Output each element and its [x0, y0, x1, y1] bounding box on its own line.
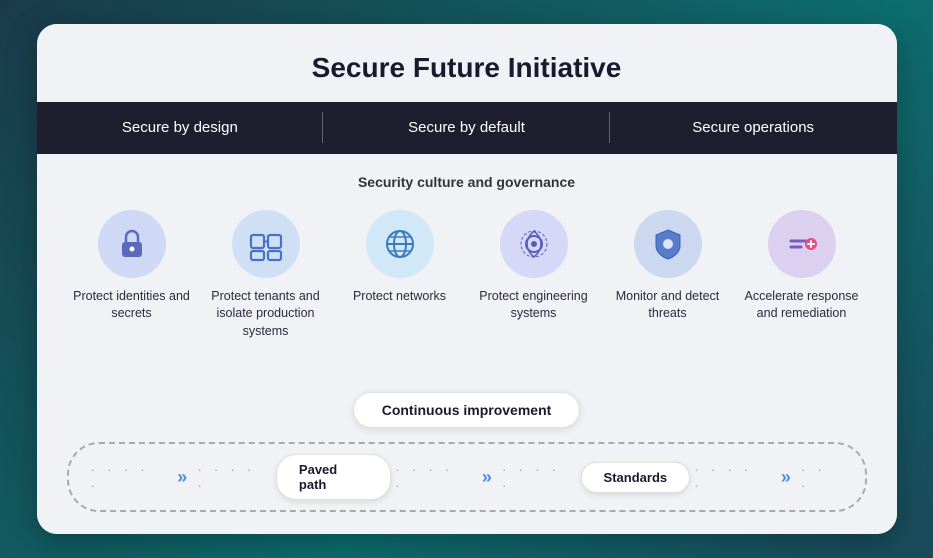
icon-label-accelerate: Accelerate response and remediation — [742, 288, 862, 323]
icon-circle-networks — [366, 210, 434, 278]
governance-label: Security culture and governance — [67, 174, 867, 190]
header-label-operations: Secure operations — [692, 119, 814, 136]
header-label-default: Secure by default — [408, 119, 525, 136]
icon-item-accelerate: Accelerate response and remediation — [742, 210, 862, 323]
icon-label-monitor: Monitor and detect threats — [608, 288, 728, 323]
continuous-row: Continuous improvement — [67, 392, 867, 428]
icon-circle-identities — [98, 210, 166, 278]
continuous-pill: Continuous improvement — [353, 392, 581, 428]
bottom-section: Continuous improvement · · · · · » · · ·… — [37, 392, 897, 534]
icon-item-networks: Protect networks — [340, 210, 460, 306]
header-section-operations: Secure operations — [610, 102, 897, 154]
dots-right: · · · · · — [694, 461, 769, 493]
icon-circle-monitor — [634, 210, 702, 278]
icon-item-tenants: Protect tenants and isolate production s… — [206, 210, 326, 341]
content-area: Security culture and governance Protect … — [37, 154, 897, 393]
tenants-icon — [246, 225, 286, 263]
icon-circle-engineering — [500, 210, 568, 278]
icon-label-networks: Protect networks — [353, 288, 446, 306]
bottom-row: · · · · · » · · · · · Paved path · · · ·… — [67, 442, 867, 512]
header-section-design: Secure by design — [37, 102, 324, 154]
icon-label-identities: Protect identities and secrets — [72, 288, 192, 323]
icon-circle-tenants — [232, 210, 300, 278]
chevron-left: » — [177, 467, 185, 488]
engineering-icon — [515, 225, 553, 263]
icon-label-engineering: Protect engineering systems — [474, 288, 594, 323]
icons-row: Protect identities and secrets Protect t… — [67, 210, 867, 341]
dots-mid: · · · · · — [395, 461, 470, 493]
shield-icon — [649, 225, 687, 263]
accelerate-icon — [783, 225, 821, 263]
dots-mid-right: · · · · · — [502, 461, 577, 493]
chevron-mid: » — [482, 467, 490, 488]
icon-item-engineering: Protect engineering systems — [474, 210, 594, 323]
chevron-right: » — [781, 467, 789, 488]
icon-item-identities: Protect identities and secrets — [72, 210, 192, 323]
dots-mid-left: · · · · · — [197, 461, 272, 493]
dots-far-right: · · · — [801, 461, 843, 493]
dots-left: · · · · · — [91, 461, 166, 493]
page-title: Secure Future Initiative — [37, 24, 897, 102]
icon-label-tenants: Protect tenants and isolate production s… — [206, 288, 326, 341]
icon-item-monitor: Monitor and detect threats — [608, 210, 728, 323]
lock-icon — [113, 225, 151, 263]
header-bar: Secure by design Secure by default Secur… — [37, 102, 897, 154]
icon-circle-accelerate — [768, 210, 836, 278]
main-card: Secure Future Initiative Secure by desig… — [37, 24, 897, 535]
network-icon — [381, 225, 419, 263]
header-label-design: Secure by design — [122, 119, 238, 136]
standards-pill: Standards — [581, 462, 691, 493]
paved-path-pill: Paved path — [276, 454, 391, 500]
header-section-default: Secure by default — [323, 102, 610, 154]
